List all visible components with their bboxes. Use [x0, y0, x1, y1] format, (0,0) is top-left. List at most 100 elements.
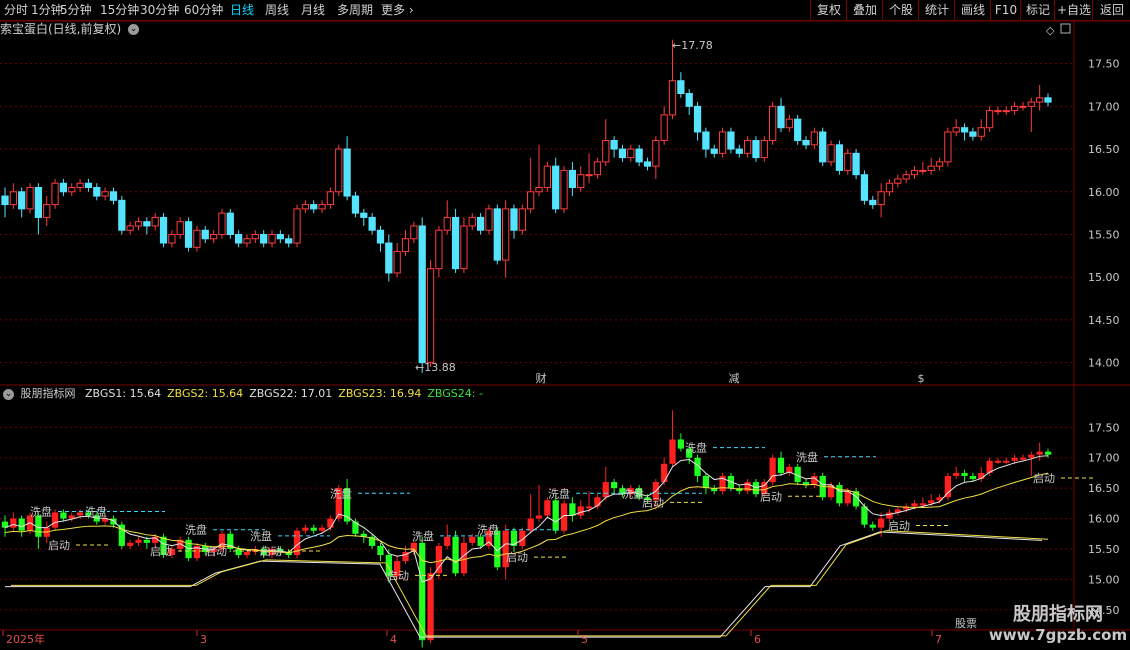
candle-body	[43, 204, 51, 218]
candle-body	[960, 127, 969, 133]
candle-body	[752, 140, 760, 159]
wash-signal-7: 洗盘	[548, 486, 570, 500]
candle-body	[902, 174, 910, 180]
start-signal-4: 启动	[387, 569, 409, 582]
date-label-1: 3	[200, 633, 207, 646]
date-label-3: 5	[581, 633, 588, 646]
candle-body	[460, 225, 468, 270]
ind-candle-body	[777, 457, 785, 473]
candle-body	[910, 169, 919, 176]
candle-body	[435, 229, 443, 270]
candle-body	[852, 152, 860, 176]
low-marker: ←13.88	[415, 361, 456, 374]
ind-candle-body	[235, 548, 242, 556]
candle-body	[1027, 101, 1035, 107]
candle-body	[543, 165, 551, 189]
candle-body	[518, 208, 526, 231]
candle-body	[668, 80, 677, 116]
date-label-2: 4	[390, 633, 397, 646]
ind-candle-body	[377, 545, 384, 556]
high-marker: ←17.78	[672, 39, 713, 52]
candle-body	[535, 187, 543, 193]
ind-candle-body	[444, 536, 451, 546]
wash-signal-2: 洗盘	[185, 523, 207, 537]
candle-body	[652, 140, 660, 167]
candle-body	[1036, 97, 1044, 103]
candle-body	[510, 208, 518, 231]
ind-candle-body	[327, 518, 334, 528]
candle-body	[151, 216, 159, 227]
ind-candle-body	[527, 518, 534, 531]
price-tick: 16.00	[1088, 186, 1120, 199]
wash-signal-3: 洗盘	[250, 529, 272, 543]
wash-signal-0: 洗盘	[30, 505, 52, 519]
candle-body	[393, 251, 401, 274]
candle-body	[560, 169, 568, 210]
ind-candle-body	[76, 512, 84, 516]
ind-candle-body	[811, 475, 818, 486]
event-marker-0: 财	[536, 371, 547, 385]
ind-candle-body	[602, 482, 609, 498]
ind-candle-body	[677, 439, 684, 449]
candle-body	[285, 238, 293, 244]
ind-candle-body	[318, 527, 326, 531]
wash-signal-6: 洗盘	[477, 523, 499, 537]
candle-body	[343, 148, 351, 197]
chart-canvas[interactable]: ◇ 17.50 17.00 16.50 16.00 15.50 15.00 14.50 14.0…	[0, 0, 1130, 650]
candle-body	[919, 169, 927, 172]
ind-candle-body	[302, 527, 309, 531]
start-signal-1: 启动	[150, 545, 172, 558]
candle-body	[952, 127, 960, 133]
indicator-tick: 17.50	[1088, 421, 1120, 434]
candle-body	[760, 140, 768, 159]
candle-body	[693, 105, 702, 133]
window-icon	[1060, 23, 1071, 34]
ind-candle-body	[118, 524, 125, 546]
candle-body	[9, 191, 17, 206]
start-signal-0: 启动	[48, 539, 70, 552]
ind-candle-body	[469, 536, 476, 543]
candle-body	[268, 233, 276, 244]
candle-body	[618, 148, 627, 159]
date-label-5: 7	[935, 633, 942, 646]
candle-body	[368, 216, 376, 231]
candle-body	[1002, 110, 1010, 113]
candle-body	[635, 148, 643, 163]
faint-watermark: 股票	[955, 617, 977, 630]
candle-body	[1, 195, 9, 206]
ind-candle-body	[427, 573, 434, 641]
candle-body	[84, 182, 93, 189]
candle-body	[209, 233, 218, 240]
candle-body	[418, 225, 426, 364]
ind-candle-body	[460, 542, 468, 574]
candle-body	[860, 174, 869, 201]
candle-body	[26, 187, 34, 210]
candle-body	[159, 216, 168, 244]
candle-body	[944, 131, 952, 163]
candle-body	[451, 216, 460, 270]
candle-body	[310, 204, 318, 210]
candle-body	[869, 199, 877, 206]
candle-body	[827, 144, 835, 163]
candle-body	[985, 110, 994, 129]
candle-body	[994, 110, 1002, 113]
ind-candle-body	[661, 463, 668, 483]
ind-candle-body	[994, 460, 1002, 463]
price-tick: 15.50	[1088, 228, 1120, 241]
candle-body	[476, 216, 485, 231]
candle-body	[109, 191, 118, 201]
candle-body	[134, 221, 143, 227]
candle-body	[168, 233, 176, 244]
start-signal-6: 启动	[642, 496, 664, 509]
ind-candle-body	[544, 500, 551, 516]
candle-body	[602, 140, 610, 163]
candle-body	[176, 221, 184, 235]
ind-candle-body	[1003, 460, 1010, 463]
candle-body	[184, 221, 193, 248]
ind-candle-body	[435, 545, 443, 574]
candle-body	[743, 140, 752, 154]
ind-candle-body	[135, 539, 142, 543]
ind-candle-body	[310, 527, 317, 531]
indicator-tick: 16.00	[1088, 513, 1120, 526]
candle-body	[593, 161, 602, 176]
